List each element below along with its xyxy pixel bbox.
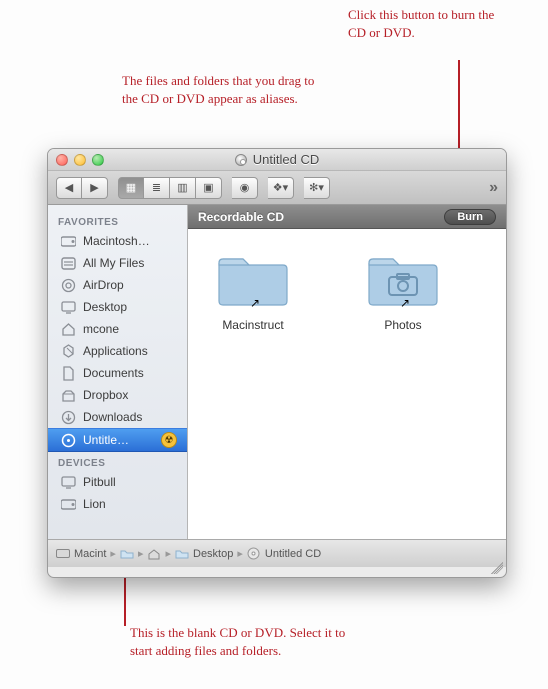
folder-item-photos[interactable]: ↗ Photos (358, 249, 448, 332)
downloads-icon (60, 409, 76, 425)
list-view-button[interactable]: ≣ (144, 177, 170, 199)
annotation-aliases: The files and folders that you drag to t… (122, 72, 322, 107)
toolbar-overflow[interactable]: » (489, 179, 498, 197)
sidebar: FAVORITES Macintosh… All My Files AirDro… (48, 205, 188, 539)
disc-icon (235, 154, 247, 166)
airdrop-icon (60, 277, 76, 293)
sidebar-devices-header: DEVICES (48, 452, 187, 471)
sidebar-item-label: Dropbox (83, 388, 128, 402)
folder-icon (175, 547, 189, 561)
documents-icon (60, 365, 76, 381)
sidebar-item-label: Applications (83, 344, 148, 358)
sidebar-device-lion[interactable]: Lion (48, 493, 187, 515)
sidebar-item-home[interactable]: mcone (48, 318, 187, 340)
share-group: ❖▾ (268, 177, 294, 199)
sidebar-item-applications[interactable]: Applications (48, 340, 187, 362)
sidebar-item-label: Untitle… (83, 433, 129, 447)
sidebar-item-dropbox[interactable]: Dropbox (48, 384, 187, 406)
pathbar-crumb-desktop[interactable]: Desktop (175, 547, 233, 561)
action-button[interactable]: ✻▾ (304, 177, 330, 199)
back-button[interactable]: ◀ (56, 177, 82, 199)
toolbar: ◀ ▶ ▦ ≣ ▥ ▣ ◉ ❖▾ ✻▾ » (48, 171, 506, 205)
finder-window: Untitled CD ◀ ▶ ▦ ≣ ▥ ▣ ◉ ❖▾ ✻▾ » FAVORI… (47, 148, 507, 578)
pathbar-crumb-cd[interactable]: Untitled CD (247, 547, 321, 561)
column-view-button[interactable]: ▥ (170, 177, 196, 199)
recordable-cd-bar: Recordable CD Burn (188, 205, 506, 229)
recordable-cd-label: Recordable CD (198, 210, 284, 224)
icon-area[interactable]: ↗ Macinstruct ↗ Photos (188, 229, 506, 539)
pathbar-label: Untitled CD (265, 548, 321, 560)
sidebar-favorites-header: FAVORITES (48, 211, 187, 230)
home-icon (147, 547, 161, 561)
folder-item-macinstruct[interactable]: ↗ Macinstruct (208, 249, 298, 332)
view-buttons: ▦ ≣ ▥ ▣ (118, 177, 222, 199)
sidebar-item-label: mcone (83, 322, 119, 336)
sidebar-item-untitled-cd[interactable]: Untitle… ☢ (48, 428, 187, 452)
sidebar-item-airdrop[interactable]: AirDrop (48, 274, 187, 296)
pathbar-crumb-disk[interactable]: Macint (56, 547, 106, 561)
quicklook-group: ◉ (232, 177, 258, 199)
coverflow-view-button[interactable]: ▣ (196, 177, 222, 199)
sidebar-item-desktop[interactable]: Desktop (48, 296, 187, 318)
quicklook-button[interactable]: ◉ (232, 177, 258, 199)
disc-icon (247, 547, 261, 561)
alias-arrow-icon: ↗ (210, 296, 300, 310)
window-title-text: Untitled CD (253, 152, 319, 167)
sidebar-item-label: All My Files (83, 256, 144, 270)
alias-arrow-icon: ↗ (360, 296, 450, 310)
desktop-icon (60, 299, 76, 315)
content-row: FAVORITES Macintosh… All My Files AirDro… (48, 205, 506, 539)
sidebar-item-label: Macintosh… (83, 234, 150, 248)
folder-label: Macinstruct (208, 318, 298, 332)
icon-view-button[interactable]: ▦ (118, 177, 144, 199)
path-separator-icon: ▸ (165, 547, 171, 560)
sidebar-item-label: Documents (83, 366, 144, 380)
applications-icon (60, 343, 76, 359)
sidebar-item-documents[interactable]: Documents (48, 362, 187, 384)
path-separator-icon: ▸ (237, 547, 243, 560)
sidebar-item-label: Desktop (83, 300, 127, 314)
burn-badge-icon: ☢ (161, 432, 177, 448)
hdd-icon (56, 547, 70, 561)
home-icon (60, 321, 76, 337)
annotation-blank-disc: This is the blank CD or DVD. Select it t… (130, 624, 360, 659)
disc-icon (60, 432, 76, 448)
nav-buttons: ◀ ▶ (56, 177, 108, 199)
sidebar-item-label: AirDrop (83, 278, 124, 292)
path-separator-icon: ▸ (110, 547, 116, 560)
pathbar-label: Macint (74, 548, 106, 560)
sidebar-item-disk[interactable]: Macintosh… (48, 230, 187, 252)
sidebar-item-downloads[interactable]: Downloads (48, 406, 187, 428)
pathbar-crumb-users[interactable] (120, 547, 134, 561)
folder-icon (120, 547, 134, 561)
sidebar-item-label: Lion (83, 497, 106, 511)
computer-icon (60, 474, 76, 490)
pathbar-crumb-home[interactable] (147, 547, 161, 561)
path-separator-icon: ▸ (138, 547, 144, 560)
hdd-icon (60, 496, 76, 512)
action-group: ✻▾ (304, 177, 330, 199)
pathbar-label: Desktop (193, 548, 233, 560)
sidebar-item-label: Downloads (83, 410, 142, 424)
burn-button[interactable]: Burn (444, 209, 496, 225)
hdd-icon (60, 233, 76, 249)
pathbar: Macint ▸ ▸ ▸ Desktop ▸ Untitled CD (48, 539, 506, 567)
sidebar-item-label: Pitbull (83, 475, 116, 489)
resize-handle[interactable] (491, 562, 503, 574)
main-pane: Recordable CD Burn ↗ Macinstruct (188, 205, 506, 539)
dropbox-button[interactable]: ❖▾ (268, 177, 294, 199)
titlebar: Untitled CD (48, 149, 506, 171)
forward-button[interactable]: ▶ (82, 177, 108, 199)
folder-label: Photos (358, 318, 448, 332)
dropbox-icon (60, 387, 76, 403)
sidebar-device-pitbull[interactable]: Pitbull (48, 471, 187, 493)
annotation-burn: Click this button to burn the CD or DVD. (348, 6, 508, 41)
window-title: Untitled CD (48, 152, 506, 167)
sidebar-item-allfiles[interactable]: All My Files (48, 252, 187, 274)
all-my-files-icon (60, 255, 76, 271)
